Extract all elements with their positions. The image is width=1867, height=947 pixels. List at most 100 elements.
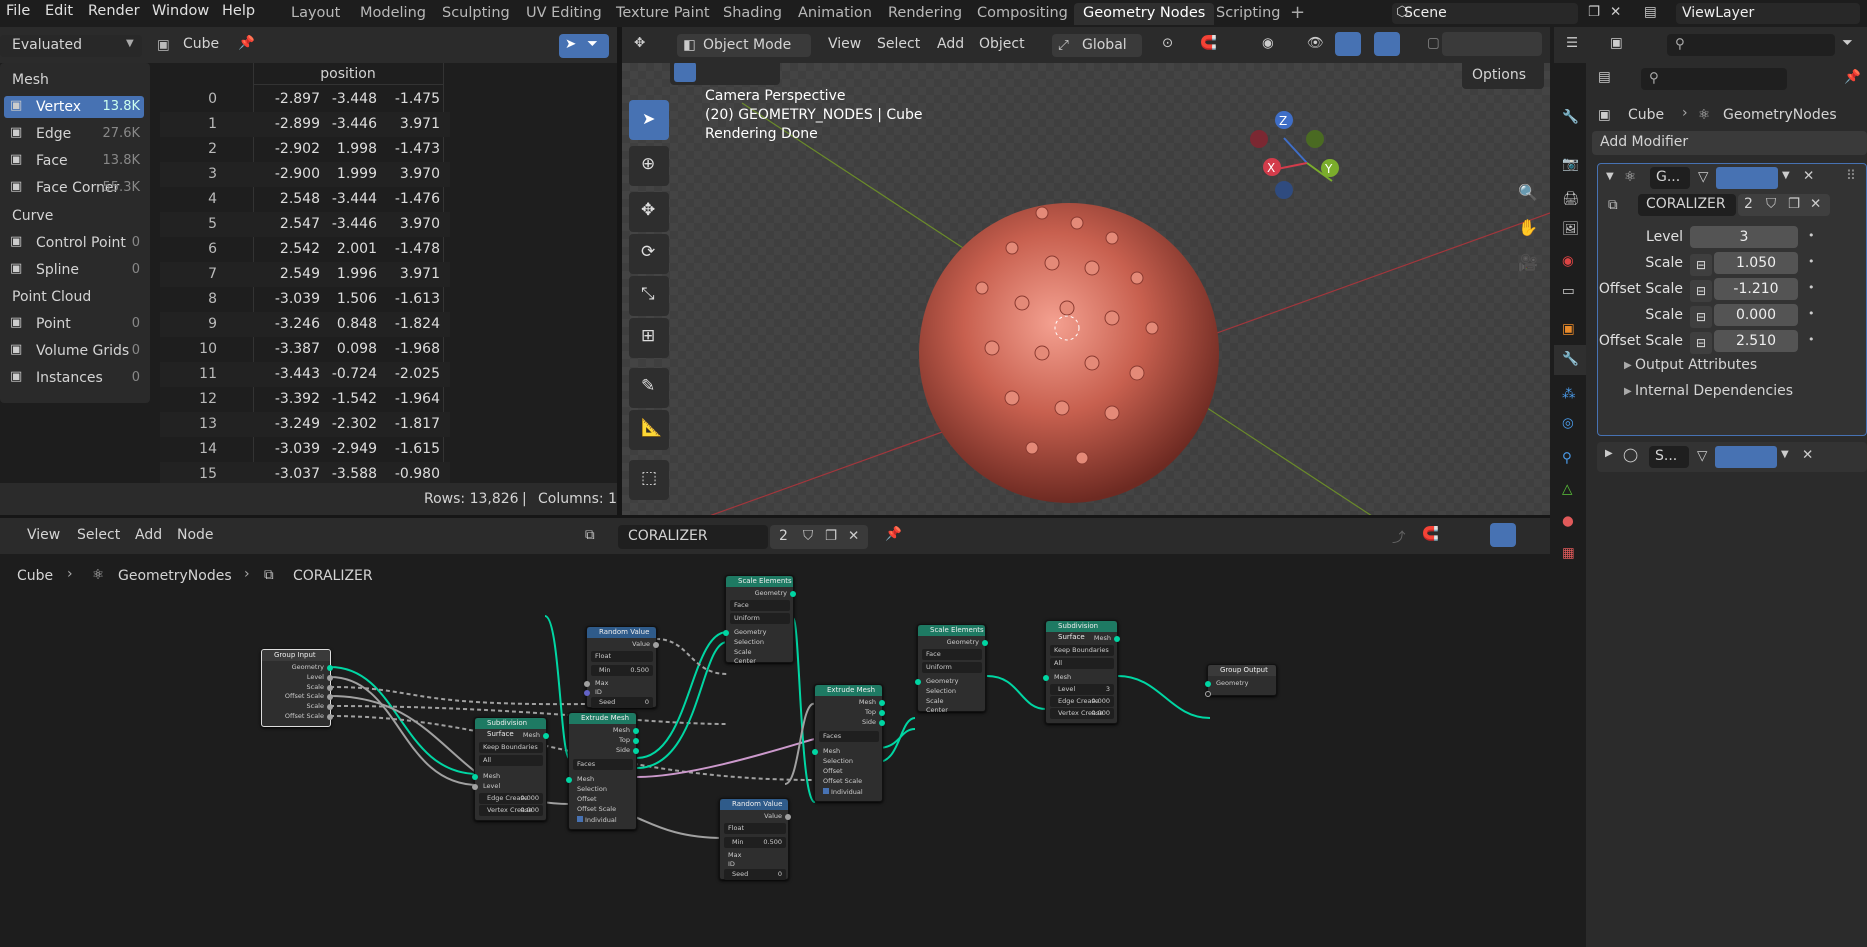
pin-icon[interactable]: 📌 (1844, 69, 1861, 85)
node-subdivision-surface-1[interactable]: Subdivision Surface Mesh Keep Boundaries… (472, 717, 549, 821)
socket[interactable] (566, 777, 572, 783)
tool-tab-icon[interactable]: 🔧 (1562, 109, 1579, 125)
socket[interactable] (584, 681, 590, 687)
type-dropdown[interactable]: Float (591, 651, 653, 662)
node-group-output[interactable]: Group Output Geometry (1205, 664, 1277, 697)
node-canvas[interactable]: Cube › ⚛ GeometryNodes › ⧉ CORALIZER Gro… (0, 554, 1550, 947)
unlink-icon[interactable]: ✕ (1810, 196, 1821, 212)
internal-dependencies-panel[interactable]: Internal Dependencies (1635, 383, 1793, 399)
tab-animation[interactable]: Animation (789, 3, 881, 25)
tab-modeling[interactable]: Modeling (351, 3, 435, 25)
node-menu-select[interactable]: Select (77, 527, 120, 543)
domain-dropdown[interactable]: Face (922, 649, 982, 660)
world-tab-icon[interactable]: ▭ (1562, 283, 1575, 299)
socket[interactable] (543, 733, 549, 739)
menu-edit[interactable]: Edit (45, 3, 73, 19)
tab-texture-paint[interactable]: Texture Paint (607, 3, 719, 25)
evaluated-dropdown[interactable]: Evaluated ▼ (0, 35, 142, 57)
mode-dropdown[interactable]: Faces (819, 731, 879, 742)
node-tree-icon[interactable]: ⧉ (585, 527, 595, 543)
scene-tab-icon[interactable]: ◉ (1562, 253, 1574, 269)
node-tree-users[interactable]: 2 ⛉ ❐ ✕ (770, 525, 868, 549)
texture-tab-icon[interactable]: ▦ (1562, 545, 1575, 561)
node-subdivision-surface-2[interactable]: Subdivision Surface Mesh Keep Boundaries… (1043, 620, 1120, 724)
shading-buttons[interactable] (1442, 32, 1542, 56)
parent-icon[interactable]: ⤴ (1392, 526, 1406, 546)
socket[interactable] (327, 694, 333, 700)
attribute-toggle-icon[interactable]: ⊟ (1690, 280, 1712, 302)
attribute-toggle-icon[interactable]: ⊟ (1690, 332, 1712, 354)
keyframe-dot-icon[interactable]: • (1808, 307, 1815, 320)
socket[interactable] (1205, 681, 1211, 687)
socket[interactable] (633, 738, 639, 744)
socket[interactable] (1043, 675, 1049, 681)
tab-shading[interactable]: Shading (714, 3, 791, 25)
chevron-down-icon[interactable]: ▼ (1606, 171, 1614, 182)
transform-tool[interactable]: ⊞ (629, 318, 669, 358)
socket[interactable] (633, 728, 639, 734)
remove-modifier-icon[interactable]: ✕ (1802, 447, 1813, 463)
category-item[interactable]: Edge ▣ 27.6K (4, 123, 144, 145)
overlay-toggle[interactable] (1374, 32, 1400, 56)
category-item[interactable]: Control Point ▣ 0 (4, 232, 144, 254)
viewport-menu-select[interactable]: Select (877, 36, 920, 52)
cursor-tool[interactable]: ⊕ (629, 146, 669, 186)
edge-crease-field[interactable]: Edge Crease 0.000 (1050, 696, 1114, 707)
properties-type-icon[interactable]: ▤ (1598, 69, 1611, 85)
category-item[interactable]: Spline ▣ 0 (4, 259, 144, 281)
attribute-toggle-icon[interactable]: ⊟ (1690, 254, 1712, 276)
socket[interactable] (879, 700, 885, 706)
modifier-name-field[interactable]: G... (1650, 167, 1690, 189)
menu-help[interactable]: Help (222, 3, 255, 19)
fake-user-icon[interactable]: ⛉ (1766, 196, 1776, 212)
socket[interactable] (1205, 691, 1211, 697)
tab-rendering[interactable]: Rendering (879, 3, 971, 25)
tab-geometry-nodes[interactable]: Geometry Nodes (1074, 3, 1215, 25)
zoom-icon[interactable]: 🔍 (1518, 183, 1538, 202)
individual-checkbox[interactable]: Individual (577, 816, 617, 824)
output-attributes-panel[interactable]: Output Attributes (1635, 357, 1757, 373)
fake-user-icon[interactable]: ⛉ (803, 528, 813, 544)
scene-selector[interactable]: Scene (1392, 3, 1578, 24)
xray-icon[interactable]: ▢ (1427, 35, 1440, 51)
vertex-crease-field[interactable]: Vertex Crease 0.000 (1050, 708, 1114, 719)
category-item[interactable]: Volume Grids ▣ 0 (4, 340, 144, 362)
render-tab-icon[interactable]: 📷 (1562, 156, 1579, 172)
edge-crease-field[interactable]: Edge Crease 0.000 (479, 793, 543, 804)
keyframe-dot-icon[interactable]: • (1808, 333, 1815, 346)
attribute-toggle-icon[interactable]: ⊟ (1690, 306, 1712, 328)
input-value-field[interactable]: 1.050 (1714, 252, 1798, 274)
socket[interactable] (633, 748, 639, 754)
proportional-edit-icon[interactable]: ◉ (1262, 35, 1274, 51)
input-value-field[interactable]: 0.000 (1714, 304, 1798, 326)
new-scene-icon[interactable]: ❐ (1588, 4, 1600, 20)
socket[interactable] (879, 720, 885, 726)
menu-window[interactable]: Window (152, 3, 209, 19)
edit-mode-icon[interactable]: ▽ (1697, 448, 1707, 464)
input-value-field[interactable]: 3 (1690, 226, 1798, 248)
camera-icon[interactable]: 🎥 (1518, 253, 1538, 272)
snap-icon[interactable]: 🧲 (1200, 35, 1217, 51)
node-random-value-2[interactable]: Random Value Value Float Min 0.500 Max ID… (719, 798, 791, 880)
node-scale-elements-2[interactable]: Scale Elements Geometry Face Uniform Geo… (915, 624, 988, 714)
min-field[interactable]: Min 0.500 (591, 665, 653, 676)
node-pin-icon[interactable]: 📌 (885, 526, 902, 542)
node-overlay-toggle[interactable] (1490, 523, 1516, 547)
annotate-tool[interactable]: ✎ (629, 368, 669, 408)
modifier-name-field[interactable]: S... (1649, 446, 1689, 468)
chevron-right-icon[interactable]: ▶ (1605, 448, 1613, 459)
column-header-position[interactable]: position (253, 63, 443, 85)
viewport-menu-view[interactable]: View (828, 36, 861, 52)
category-item[interactable]: Point ▣ 0 (4, 313, 144, 335)
view-layer-selector[interactable]: ViewLayer (1676, 3, 1860, 24)
tab-scripting[interactable]: Scripting (1207, 3, 1289, 25)
socket[interactable] (653, 642, 659, 648)
options-button[interactable]: Options (1462, 63, 1544, 89)
socket[interactable] (1114, 636, 1120, 642)
socket[interactable] (584, 690, 590, 696)
modifier-tab[interactable]: 🔧 (1554, 345, 1586, 375)
object-tab-icon[interactable]: ▣ (1562, 321, 1575, 337)
socket[interactable] (915, 679, 921, 685)
category-item[interactable]: Instances ▣ 0 (4, 367, 144, 389)
keyframe-dot-icon[interactable]: • (1808, 281, 1815, 294)
